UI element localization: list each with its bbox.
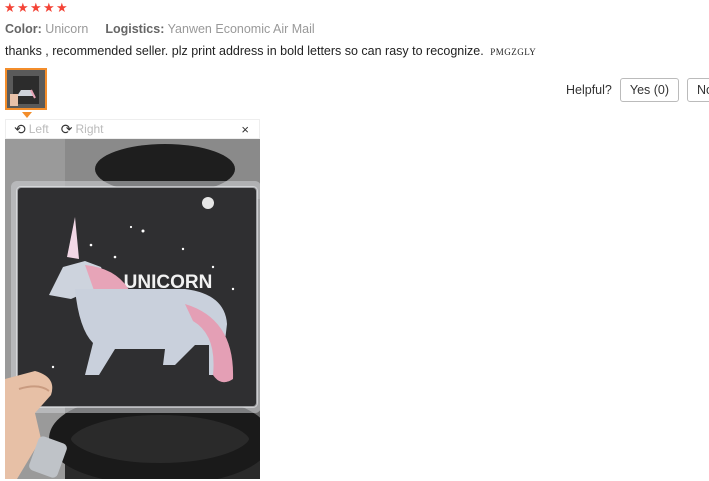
review-comment: thanks , recommended seller. plz print a… — [5, 44, 536, 58]
review-photo: UNICORN — [5, 139, 260, 479]
image-viewer-toolbar: ⟲ Left ⟳ Right × — [5, 119, 260, 139]
vote-yes-button[interactable]: Yes (0) — [619, 78, 680, 102]
star-icon: ★ — [56, 0, 68, 15]
star-icon: ★ — [17, 0, 29, 15]
color-key: Color: — [5, 22, 42, 36]
rotate-right-label: Right — [75, 122, 104, 136]
close-icon[interactable]: × — [241, 122, 249, 137]
review-photo-thumbnail[interactable] — [5, 68, 47, 110]
logistics-value: Yanwen Economic Air Mail — [167, 22, 315, 36]
helpful-label: Helpful? — [566, 83, 612, 97]
star-icon: ★ — [4, 0, 16, 15]
logistics-key: Logistics: — [105, 22, 165, 36]
rotate-left-button[interactable]: ⟲ Left — [14, 122, 49, 136]
rotate-right-button[interactable]: ⟳ Right — [61, 122, 104, 136]
star-icon: ★ — [43, 0, 55, 15]
rotate-left-icon: ⟲ — [14, 121, 26, 137]
comment-tail: PMGZGLY — [490, 47, 537, 57]
review-meta: Color: Unicorn Logistics: Yanwen Economi… — [5, 22, 315, 36]
star-icon: ★ — [30, 0, 42, 15]
color-value: Unicorn — [45, 22, 89, 36]
helpful-vote: Helpful? Yes (0) No — [566, 78, 709, 102]
review-card: ★ ★ ★ ★ ★ Color: Unicorn Logistics: Yanw… — [0, 0, 709, 481]
vote-no-button[interactable]: No — [687, 78, 709, 102]
rotate-left-label: Left — [28, 122, 49, 136]
rotate-right-icon: ⟳ — [60, 121, 73, 137]
star-rating: ★ ★ ★ ★ ★ — [4, 0, 68, 15]
thumbnail-pointer — [22, 112, 32, 118]
comment-text: thanks , recommended seller. plz print a… — [5, 44, 484, 58]
